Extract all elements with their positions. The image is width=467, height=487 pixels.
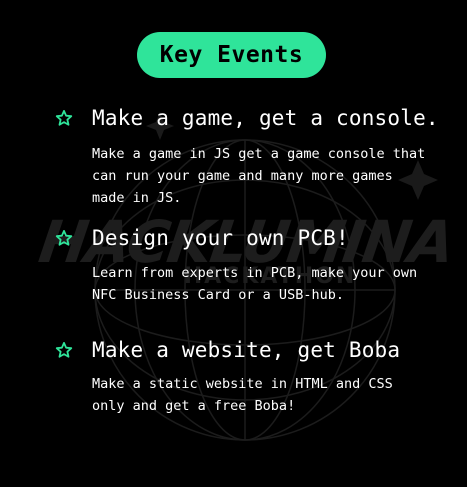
event-title: Make a website, get Boba bbox=[92, 338, 401, 362]
key-events-badge: Key Events bbox=[137, 32, 326, 78]
event-description: Make a game in JS get a game console tha… bbox=[92, 146, 426, 206]
event-description: Make a static website in HTML and CSS on… bbox=[92, 376, 393, 414]
star-outline-icon bbox=[55, 109, 73, 126]
event-title: Design your own PCB! bbox=[92, 226, 349, 250]
event-title: Make a game, get a console. bbox=[92, 106, 439, 130]
star-outline-icon bbox=[55, 341, 73, 358]
event-description: Learn from experts in PCB, make your own… bbox=[92, 265, 418, 303]
star-outline-icon bbox=[55, 229, 73, 246]
section-title: Key Events bbox=[159, 42, 304, 68]
